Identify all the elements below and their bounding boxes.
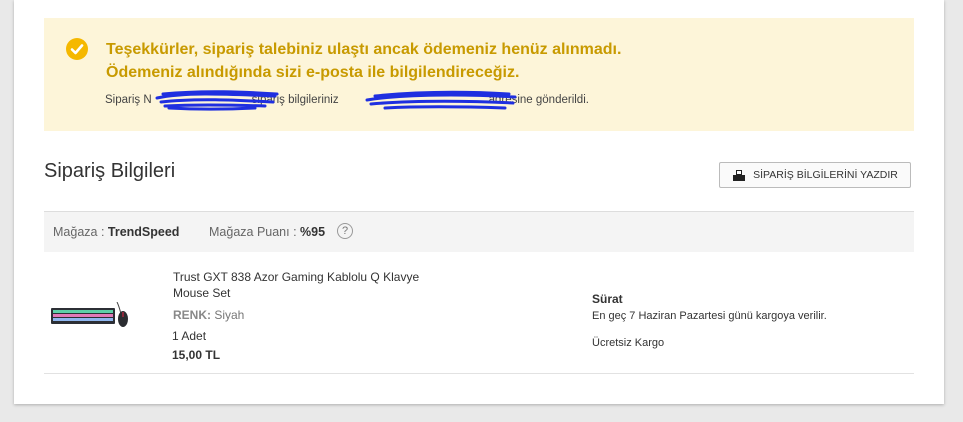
order-confirmation-card: Teşekkürler, sipariş talebiniz ulaştı an… (14, 0, 944, 404)
order-info-title: Sipariş Bilgileri (44, 160, 176, 182)
store-name-label: Mağaza : (53, 225, 108, 239)
shipping-date: En geç 7 Haziran Pazartesi günü kargoya … (592, 310, 827, 322)
product-thumbnail[interactable] (51, 302, 131, 328)
print-icon (733, 169, 746, 181)
store-info-bar: Mağaza : TrendSpeed Mağaza Puanı : %95 ? (44, 211, 914, 252)
store-name: Mağaza : TrendSpeed (53, 225, 179, 239)
product-color-value: Siyah (211, 308, 245, 322)
check-circle-icon (66, 38, 88, 60)
store-name-value[interactable]: TrendSpeed (108, 225, 180, 239)
product-quantity: 1 Adet (172, 329, 207, 343)
product-color: RENK: Siyah (173, 308, 244, 322)
print-order-button[interactable]: SİPARİŞ BİLGİLERİNİ YAZDIR (719, 162, 911, 188)
order-item-row: Trust GXT 838 Azor Gaming Kablolu Q Klav… (44, 252, 914, 374)
notice-title: Teşekkürler, sipariş talebiniz ulaştı an… (106, 38, 826, 84)
notice-title-line1: Teşekkürler, sipariş talebiniz ulaştı an… (106, 41, 622, 58)
help-icon[interactable]: ? (337, 223, 353, 239)
notice-title-line2: Ödemeniz alındığında sizi e-posta ile bi… (106, 64, 520, 81)
payment-pending-notice: Teşekkürler, sipariş talebiniz ulaştı an… (44, 18, 914, 131)
shipping-method: Sürat (592, 292, 623, 306)
store-score: Mağaza Puanı : %95 (209, 225, 325, 239)
product-color-label: RENK: (173, 308, 211, 322)
product-name[interactable]: Trust GXT 838 Azor Gaming Kablolu Q Klav… (173, 269, 423, 301)
store-score-label: Mağaza Puanı : (209, 225, 301, 239)
print-order-label: SİPARİŞ BİLGİLERİNİ YAZDIR (753, 169, 898, 181)
product-price: 15,00 TL (172, 348, 221, 362)
redaction-scribble (155, 90, 517, 111)
shipping-cost: Ücretsiz Kargo (592, 337, 665, 349)
store-score-value: %95 (300, 225, 326, 239)
